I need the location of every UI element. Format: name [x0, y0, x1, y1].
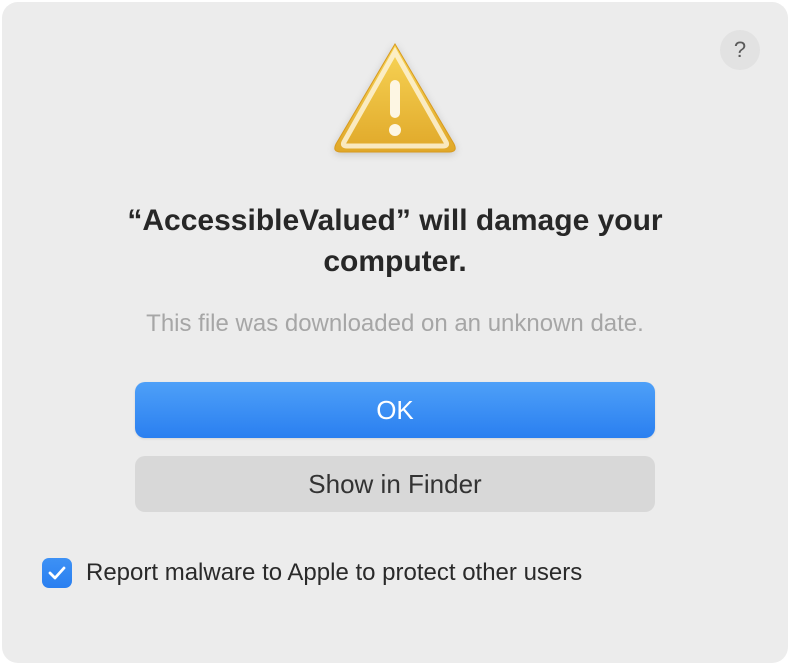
- report-malware-checkbox[interactable]: [42, 558, 72, 588]
- help-icon-label: ?: [734, 37, 746, 63]
- button-group: OK Show in Finder: [135, 382, 655, 512]
- warning-icon: [330, 40, 460, 161]
- dialog-subtitle: This file was downloaded on an unknown d…: [146, 310, 644, 338]
- dialog-title: “AccessibleValued” will damage your comp…: [42, 201, 748, 282]
- alert-dialog: ? “AccessibleValued” will damage your co…: [2, 2, 788, 663]
- show-in-finder-button[interactable]: Show in Finder: [135, 456, 655, 512]
- help-button[interactable]: ?: [720, 30, 760, 70]
- report-malware-row: Report malware to Apple to protect other…: [42, 558, 582, 588]
- ok-button[interactable]: OK: [135, 382, 655, 438]
- report-malware-label: Report malware to Apple to protect other…: [86, 559, 582, 587]
